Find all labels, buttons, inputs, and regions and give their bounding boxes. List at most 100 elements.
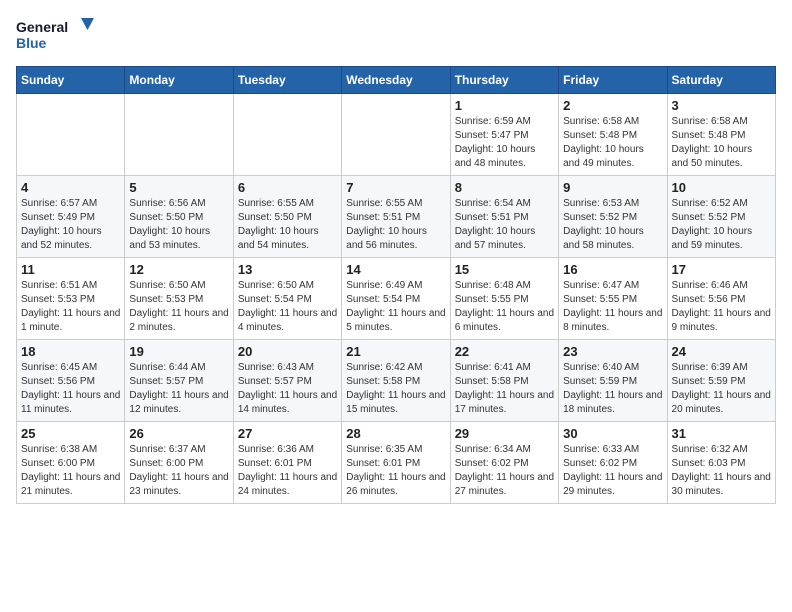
day-info: Sunrise: 6:34 AM Sunset: 6:02 PM Dayligh… xyxy=(455,443,554,499)
calendar-cell: 22 Sunrise: 6:41 AM Sunset: 5:58 PM Dayli… xyxy=(450,340,558,422)
calendar-table: SundayMondayTuesdayWednesdayThursdayFrid… xyxy=(16,66,776,504)
day-number: 18 xyxy=(21,344,120,359)
day-number: 8 xyxy=(455,180,554,195)
day-info: Sunrise: 6:33 AM Sunset: 6:02 PM Dayligh… xyxy=(563,443,662,499)
calendar-cell: 24 Sunrise: 6:39 AM Sunset: 5:59 PM Dayli… xyxy=(667,340,775,422)
calendar-cell: 5Sunrise: 6:56 AM Sunset: 5:50 PM Daylig… xyxy=(125,176,233,258)
day-number: 15 xyxy=(455,262,554,277)
week-row-5: 25 Sunrise: 6:38 AM Sunset: 6:00 PM Dayli… xyxy=(17,422,776,504)
day-number: 14 xyxy=(346,262,445,277)
day-number: 27 xyxy=(238,426,337,441)
day-number: 25 xyxy=(21,426,120,441)
day-number: 12 xyxy=(129,262,228,277)
day-number: 31 xyxy=(672,426,771,441)
day-number: 9 xyxy=(563,180,662,195)
day-number: 28 xyxy=(346,426,445,441)
day-info: Sunrise: 6:40 AM Sunset: 5:59 PM Dayligh… xyxy=(563,361,662,417)
day-number: 10 xyxy=(672,180,771,195)
svg-text:Blue: Blue xyxy=(16,35,47,51)
calendar-cell: 21 Sunrise: 6:42 AM Sunset: 5:58 PM Dayli… xyxy=(342,340,450,422)
day-info: Sunrise: 6:39 AM Sunset: 5:59 PM Dayligh… xyxy=(672,361,771,417)
day-number: 24 xyxy=(672,344,771,359)
calendar-cell: 31 Sunrise: 6:32 AM Sunset: 6:03 PM Dayli… xyxy=(667,422,775,504)
week-row-3: 11Sunrise: 6:51 AM Sunset: 5:53 PM Dayli… xyxy=(17,258,776,340)
header-wednesday: Wednesday xyxy=(342,67,450,94)
day-number: 22 xyxy=(455,344,554,359)
day-number: 29 xyxy=(455,426,554,441)
logo-svg: General Blue xyxy=(16,16,96,58)
calendar-header-row: SundayMondayTuesdayWednesdayThursdayFrid… xyxy=(17,67,776,94)
day-info: Sunrise: 6:55 AM Sunset: 5:51 PM Dayligh… xyxy=(346,197,445,253)
day-info: Sunrise: 6:57 AM Sunset: 5:49 PM Dayligh… xyxy=(21,197,120,253)
day-number: 11 xyxy=(21,262,120,277)
header-thursday: Thursday xyxy=(450,67,558,94)
calendar-cell: 23 Sunrise: 6:40 AM Sunset: 5:59 PM Dayli… xyxy=(559,340,667,422)
calendar-cell xyxy=(342,94,450,176)
day-info: Sunrise: 6:55 AM Sunset: 5:50 PM Dayligh… xyxy=(238,197,337,253)
day-info: Sunrise: 6:41 AM Sunset: 5:58 PM Dayligh… xyxy=(455,361,554,417)
day-info: Sunrise: 6:35 AM Sunset: 6:01 PM Dayligh… xyxy=(346,443,445,499)
day-number: 5 xyxy=(129,180,228,195)
calendar-cell: 10 Sunrise: 6:52 AM Sunset: 5:52 PM Dayli… xyxy=(667,176,775,258)
day-info: Sunrise: 6:58 AM Sunset: 5:48 PM Dayligh… xyxy=(563,115,662,171)
header-saturday: Saturday xyxy=(667,67,775,94)
calendar-cell: 19 Sunrise: 6:44 AM Sunset: 5:57 PM Dayli… xyxy=(125,340,233,422)
day-number: 1 xyxy=(455,98,554,113)
header-tuesday: Tuesday xyxy=(233,67,341,94)
calendar-cell: 14 Sunrise: 6:49 AM Sunset: 5:54 PM Dayli… xyxy=(342,258,450,340)
day-number: 30 xyxy=(563,426,662,441)
week-row-4: 18 Sunrise: 6:45 AM Sunset: 5:56 PM Dayli… xyxy=(17,340,776,422)
calendar-cell: 4Sunrise: 6:57 AM Sunset: 5:49 PM Daylig… xyxy=(17,176,125,258)
day-info: Sunrise: 6:53 AM Sunset: 5:52 PM Dayligh… xyxy=(563,197,662,253)
calendar-cell: 30 Sunrise: 6:33 AM Sunset: 6:02 PM Dayli… xyxy=(559,422,667,504)
calendar-cell: 2 Sunrise: 6:58 AM Sunset: 5:48 PM Daylig… xyxy=(559,94,667,176)
day-info: Sunrise: 6:59 AM Sunset: 5:47 PM Dayligh… xyxy=(455,115,554,171)
calendar-cell: 9 Sunrise: 6:53 AM Sunset: 5:52 PM Daylig… xyxy=(559,176,667,258)
calendar-cell: 15Sunrise: 6:48 AM Sunset: 5:55 PM Dayli… xyxy=(450,258,558,340)
day-info: Sunrise: 6:50 AM Sunset: 5:53 PM Dayligh… xyxy=(129,279,228,335)
calendar-cell xyxy=(17,94,125,176)
week-row-2: 4Sunrise: 6:57 AM Sunset: 5:49 PM Daylig… xyxy=(17,176,776,258)
calendar-cell: 3Sunrise: 6:58 AM Sunset: 5:48 PM Daylig… xyxy=(667,94,775,176)
calendar-cell: 13Sunrise: 6:50 AM Sunset: 5:54 PM Dayli… xyxy=(233,258,341,340)
day-number: 6 xyxy=(238,180,337,195)
calendar-cell: 20 Sunrise: 6:43 AM Sunset: 5:57 PM Dayli… xyxy=(233,340,341,422)
day-info: Sunrise: 6:38 AM Sunset: 6:00 PM Dayligh… xyxy=(21,443,120,499)
day-info: Sunrise: 6:37 AM Sunset: 6:00 PM Dayligh… xyxy=(129,443,228,499)
day-info: Sunrise: 6:46 AM Sunset: 5:56 PM Dayligh… xyxy=(672,279,771,335)
day-info: Sunrise: 6:52 AM Sunset: 5:52 PM Dayligh… xyxy=(672,197,771,253)
day-number: 20 xyxy=(238,344,337,359)
day-number: 2 xyxy=(563,98,662,113)
day-number: 21 xyxy=(346,344,445,359)
day-number: 26 xyxy=(129,426,228,441)
day-info: Sunrise: 6:44 AM Sunset: 5:57 PM Dayligh… xyxy=(129,361,228,417)
day-number: 19 xyxy=(129,344,228,359)
logo: General Blue xyxy=(16,16,96,58)
day-info: Sunrise: 6:54 AM Sunset: 5:51 PM Dayligh… xyxy=(455,197,554,253)
day-number: 13 xyxy=(238,262,337,277)
calendar-cell: 8 Sunrise: 6:54 AM Sunset: 5:51 PM Daylig… xyxy=(450,176,558,258)
calendar-cell: 28 Sunrise: 6:35 AM Sunset: 6:01 PM Dayli… xyxy=(342,422,450,504)
day-number: 23 xyxy=(563,344,662,359)
header-friday: Friday xyxy=(559,67,667,94)
calendar-cell: 12 Sunrise: 6:50 AM Sunset: 5:53 PM Dayli… xyxy=(125,258,233,340)
day-info: Sunrise: 6:32 AM Sunset: 6:03 PM Dayligh… xyxy=(672,443,771,499)
day-info: Sunrise: 6:47 AM Sunset: 5:55 PM Dayligh… xyxy=(563,279,662,335)
day-info: Sunrise: 6:43 AM Sunset: 5:57 PM Dayligh… xyxy=(238,361,337,417)
calendar-cell: 18 Sunrise: 6:45 AM Sunset: 5:56 PM Dayli… xyxy=(17,340,125,422)
day-info: Sunrise: 6:58 AM Sunset: 5:48 PM Dayligh… xyxy=(672,115,771,171)
calendar-cell: 26 Sunrise: 6:37 AM Sunset: 6:00 PM Dayli… xyxy=(125,422,233,504)
calendar-cell: 11Sunrise: 6:51 AM Sunset: 5:53 PM Dayli… xyxy=(17,258,125,340)
day-number: 7 xyxy=(346,180,445,195)
day-info: Sunrise: 6:36 AM Sunset: 6:01 PM Dayligh… xyxy=(238,443,337,499)
day-info: Sunrise: 6:49 AM Sunset: 5:54 PM Dayligh… xyxy=(346,279,445,335)
week-row-1: 1 Sunrise: 6:59 AM Sunset: 5:47 PM Daylig… xyxy=(17,94,776,176)
calendar-cell: 29 Sunrise: 6:34 AM Sunset: 6:02 PM Dayli… xyxy=(450,422,558,504)
calendar-cell: 7 Sunrise: 6:55 AM Sunset: 5:51 PM Daylig… xyxy=(342,176,450,258)
header-sunday: Sunday xyxy=(17,67,125,94)
header-monday: Monday xyxy=(125,67,233,94)
page-header: General Blue xyxy=(16,16,776,58)
day-info: Sunrise: 6:42 AM Sunset: 5:58 PM Dayligh… xyxy=(346,361,445,417)
day-number: 17 xyxy=(672,262,771,277)
day-info: Sunrise: 6:45 AM Sunset: 5:56 PM Dayligh… xyxy=(21,361,120,417)
